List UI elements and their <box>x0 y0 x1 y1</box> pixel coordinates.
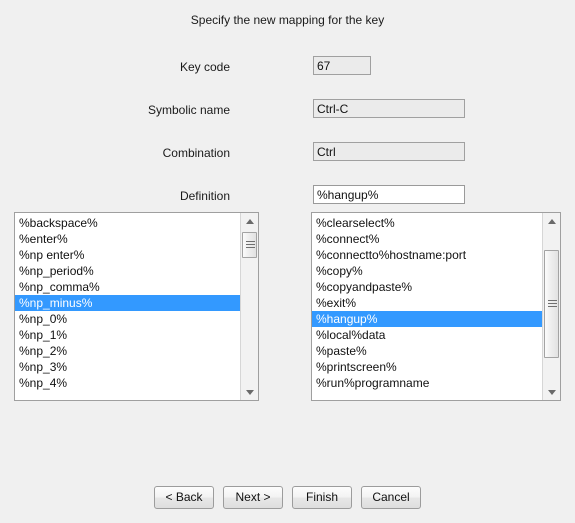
actions-listbox[interactable]: %clearselect% %connect% %connectto%hostnam… <box>311 212 561 401</box>
back-button[interactable]: < Back <box>154 486 214 509</box>
list-item[interactable]: %np_2% <box>15 343 240 359</box>
dialog-button-bar: < Back Next > Finish Cancel <box>0 486 575 509</box>
actions-scroll-up-button[interactable] <box>543 213 560 230</box>
list-item[interactable]: %local%data <box>312 327 542 343</box>
triangle-down-icon <box>547 389 556 395</box>
grip-lines-icon <box>245 241 255 250</box>
list-item[interactable]: %np enter% <box>15 247 240 263</box>
list-item[interactable]: %np_3% <box>15 359 240 375</box>
list-item[interactable]: %np_0% <box>15 311 240 327</box>
page-title: Specify the new mapping for the key <box>190 13 385 27</box>
list-item[interactable]: %np_period% <box>15 263 240 279</box>
actions-scroll-track[interactable] <box>543 230 560 383</box>
list-item[interactable]: %copyandpaste% <box>312 279 542 295</box>
field-input-key-code[interactable] <box>313 56 371 75</box>
field-label: Definition <box>179 189 230 203</box>
list-item[interactable]: %clearselect% <box>312 215 542 231</box>
list-item[interactable]: %connect% <box>312 231 542 247</box>
list-item[interactable]: %connectto%hostname:port <box>312 247 542 263</box>
finish-button[interactable]: Finish <box>292 486 352 509</box>
field-input-definition[interactable] <box>313 185 465 204</box>
grip-lines-icon <box>547 300 557 309</box>
field-input-symbolic-name[interactable] <box>313 99 465 118</box>
list-item[interactable]: %np_comma% <box>15 279 240 295</box>
actions-list-items[interactable]: %clearselect% %connect% %connectto%hostnam… <box>312 213 542 400</box>
keys-listbox-scrollbar[interactable] <box>240 213 258 400</box>
field-input-combination[interactable] <box>313 142 465 161</box>
keys-list-items[interactable]: %backspace% %enter% %np enter% %np_period%%… <box>15 213 240 400</box>
triangle-up-icon <box>547 218 556 224</box>
field-label: Combination <box>162 146 230 160</box>
form-row: Combination <box>0 142 575 185</box>
keys-scroll-up-button[interactable] <box>241 213 258 230</box>
list-item[interactable]: %hangup% <box>312 311 542 327</box>
actions-listbox-scrollbar[interactable] <box>542 213 560 400</box>
actions-scroll-thumb[interactable] <box>544 250 559 358</box>
triangle-up-icon <box>245 218 254 224</box>
cancel-button[interactable]: Cancel <box>361 486 421 509</box>
list-item[interactable]: %np_1% <box>15 327 240 343</box>
list-item[interactable]: %backspace% <box>15 215 240 231</box>
list-item[interactable]: %paste% <box>312 343 542 359</box>
form-row: Key code <box>0 56 575 99</box>
keys-scroll-track[interactable] <box>241 230 258 383</box>
keys-scroll-down-button[interactable] <box>241 383 258 400</box>
mapping-form: Key code Symbolic name Combination Definiti… <box>0 56 575 228</box>
list-item[interactable]: %copy% <box>312 263 542 279</box>
field-label: Key code <box>179 60 230 74</box>
form-row: Symbolic name <box>0 99 575 142</box>
keys-scroll-thumb[interactable] <box>242 232 257 258</box>
triangle-down-icon <box>245 389 254 395</box>
list-item[interactable]: %run%programname <box>312 375 542 391</box>
list-item[interactable]: %printscreen% <box>312 359 542 375</box>
actions-scroll-down-button[interactable] <box>543 383 560 400</box>
field-label: Symbolic name <box>147 103 230 117</box>
list-item[interactable]: %enter% <box>15 231 240 247</box>
list-item[interactable]: %np_minus% <box>15 295 240 311</box>
list-item[interactable]: %exit% <box>312 295 542 311</box>
keys-listbox[interactable]: %backspace% %enter% %np enter% %np_period%%… <box>14 212 259 401</box>
list-item[interactable]: %np_4% <box>15 375 240 391</box>
next-button[interactable]: Next > <box>223 486 283 509</box>
